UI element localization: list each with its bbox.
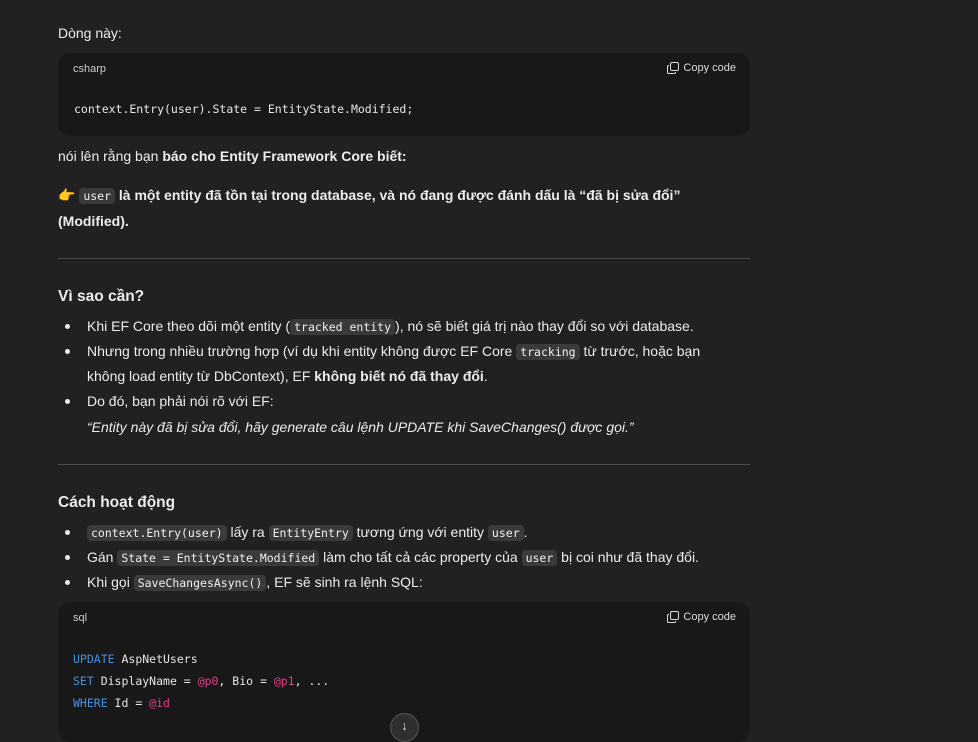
quote-text: “Entity này đã bị sửa đổi, hãy generate …: [87, 419, 634, 435]
text: nói lên rằng bạn: [58, 148, 163, 164]
code-line: SET DisplayName = @p0, Bio = @p1, ...: [73, 674, 330, 688]
copy-code-label: Copy code: [683, 611, 736, 623]
pointing-hand-icon: 👉: [58, 187, 76, 203]
code-language-label: sql: [73, 612, 88, 624]
copy-code-button[interactable]: Copy code: [667, 611, 736, 623]
bold-text: (Modified).: [58, 213, 129, 229]
divider: [58, 258, 750, 259]
bullet: [65, 324, 70, 329]
divider: [58, 464, 750, 465]
bullet: [65, 555, 70, 560]
copy-code-label: Copy code: [683, 62, 736, 74]
bold-text: là một entity đã tồn tại trong database,…: [115, 187, 681, 203]
inline-code: user: [521, 550, 558, 566]
bullet: [65, 349, 70, 354]
section-heading: Vì sao cần?: [58, 288, 145, 305]
inline-code: user: [487, 525, 524, 541]
bullet: [65, 530, 70, 535]
list-item: Khi gọi SaveChangesAsync(), EF sẽ sinh r…: [65, 572, 423, 593]
section-heading: Cách hoạt động: [58, 494, 176, 511]
scroll-down-button[interactable]: ↓: [390, 713, 419, 742]
paragraph-highlight-cont: (Modified).: [58, 211, 129, 231]
code-block-csharp: csharp Copy code context.Entry(user).Sta…: [58, 53, 750, 136]
bullet: [65, 399, 70, 404]
paragraph-highlight: 👉 user là một entity đã tồn tại trong da…: [58, 185, 680, 206]
arrow-down-icon: ↓: [401, 718, 408, 733]
inline-code: tracking: [516, 344, 580, 360]
list-item-cont: không load entity từ DbContext), EF khôn…: [87, 368, 488, 384]
copy-code-button[interactable]: Copy code: [667, 62, 736, 74]
inline-code: user: [79, 188, 116, 204]
code-line: UPDATE AspNetUsers: [73, 652, 198, 666]
inline-code: context.Entry(user): [87, 525, 227, 541]
bold-text: báo cho Entity Framework Core biết:: [162, 148, 407, 164]
list-item: Do đó, bạn phải nói rõ với EF:: [65, 391, 274, 411]
copy-icon: [667, 611, 680, 623]
paragraph: nói lên rằng bạn báo cho Entity Framewor…: [58, 146, 407, 166]
intro-text: Dòng này:: [58, 25, 122, 41]
inline-code: State = EntityState.Modified: [117, 550, 320, 566]
list-item: Gán State = EntityState.Modified làm cho…: [65, 547, 699, 568]
bullet: [65, 580, 70, 585]
list-item: Khi EF Core theo dõi một entity (tracked…: [65, 316, 694, 337]
code-line: WHERE Id = @id: [73, 696, 170, 710]
inline-code: SaveChangesAsync(): [133, 575, 267, 591]
code-line: context.Entry(user).State = EntityState.…: [74, 102, 414, 116]
inline-code: tracked entity: [290, 319, 396, 335]
list-item: context.Entry(user) lấy ra EntityEntry t…: [65, 522, 528, 543]
list-item: Nhưng trong nhiều trường hợp (ví dụ khi …: [65, 341, 700, 362]
code-language-label: csharp: [73, 63, 107, 75]
copy-icon: [667, 62, 680, 74]
inline-code: EntityEntry: [268, 525, 353, 541]
bold-text: không biết nó đã thay đổi: [314, 368, 484, 384]
